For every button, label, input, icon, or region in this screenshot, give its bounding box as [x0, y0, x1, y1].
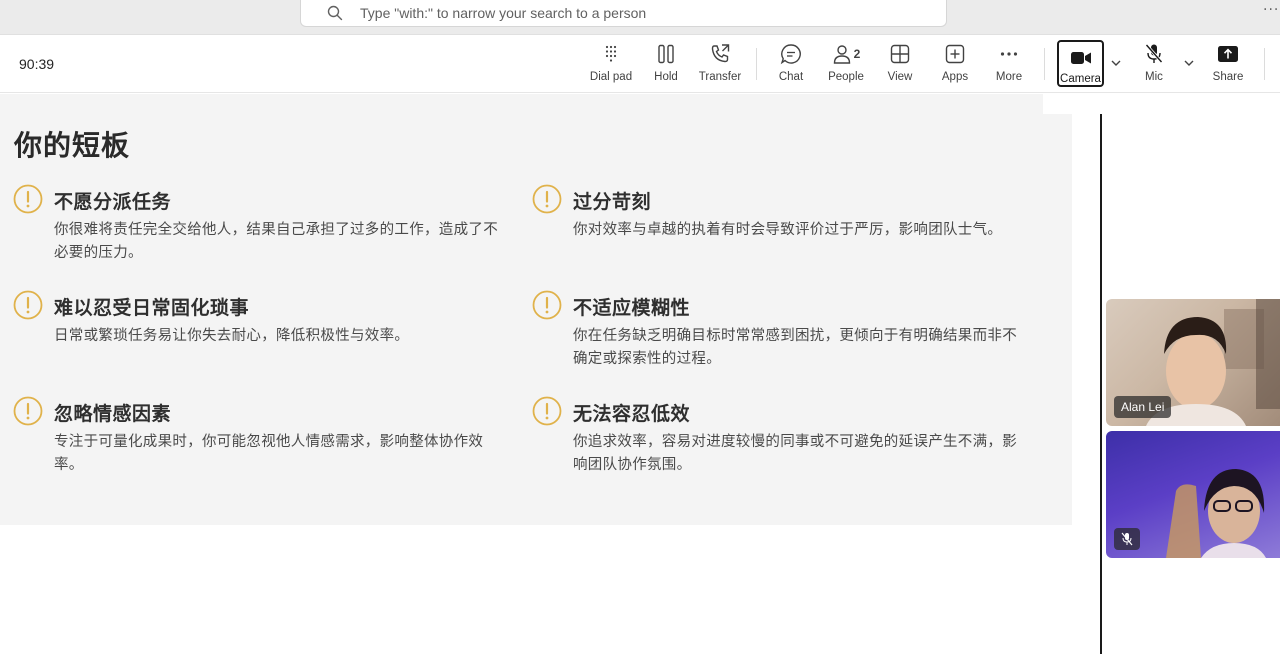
participant-video-tile[interactable]: [1106, 431, 1280, 558]
panel-divider[interactable]: [1100, 114, 1102, 654]
mic-label: Mic: [1145, 71, 1163, 83]
chat-button[interactable]: Chat: [776, 40, 806, 88]
slide: 你的短板 不愿分派任务 你很难将责任完全交给他人，结果自己承担了过多的工作，造成…: [0, 94, 1072, 525]
search-box[interactable]: [300, 0, 947, 27]
weakness-title: 过分苛刻: [573, 191, 652, 213]
weakness-description: 你在任务缺乏明确目标时常常感到困扰，更倾向于有明确结果而非不确定或探索性的过程。: [573, 328, 1017, 367]
chat-label: Chat: [778, 71, 804, 83]
call-status-icon: [0, 56, 4, 72]
weakness-description: 你很难将责任完全交给他人，结果自己承担了过多的工作，造成了不必要的压力。: [54, 222, 498, 261]
transfer-button[interactable]: Transfer: [697, 40, 743, 88]
view-icon: [890, 44, 910, 64]
people-icon: [833, 45, 850, 64]
warning-icon: [532, 396, 562, 426]
camera-options-chevron-down-icon[interactable]: [1110, 57, 1122, 69]
chat-icon: [780, 44, 801, 65]
mic-options-chevron-down-icon[interactable]: [1183, 57, 1195, 69]
apps-icon: [945, 44, 965, 64]
weakness-description: 你对效率与卓越的执着有时会导致评价过于严厉，影响团队士气。: [573, 222, 1003, 238]
hold-icon: [658, 44, 674, 64]
share-label: Share: [1212, 71, 1244, 83]
warning-icon: [532, 184, 562, 214]
slide-edge: [1043, 94, 1072, 114]
more-button[interactable]: More: [994, 40, 1024, 88]
mic-button[interactable]: Mic: [1142, 40, 1166, 88]
warning-icon: [13, 290, 43, 320]
warning-icon: [13, 396, 43, 426]
transfer-label: Transfer: [698, 71, 742, 83]
more-label: More: [995, 71, 1023, 83]
dial-pad-icon: [605, 45, 617, 62]
weakness-title: 忽略情感因素: [54, 403, 172, 425]
meeting-toolbar: 90:39 Dial pad Hold Transfer Chat 2 Peop…: [0, 35, 1280, 93]
title-bar: ···: [0, 0, 1280, 35]
search-input[interactable]: [360, 5, 920, 21]
weakness-description: 日常或繁琐任务易让你失去耐心，降低积极性与效率。: [54, 328, 410, 344]
share-icon: [1218, 46, 1238, 62]
people-label: People: [828, 71, 864, 83]
people-count: 2: [853, 47, 861, 61]
weakness-description: 专注于可量化成果时，你可能忽视他人情感需求，影响整体协作效率。: [54, 434, 484, 473]
camera-label: Camera: [1060, 73, 1101, 85]
camera-icon: [1070, 52, 1091, 64]
hold-button[interactable]: Hold: [650, 40, 682, 88]
weakness-title: 无法容忍低效: [573, 403, 691, 425]
warning-icon: [13, 184, 43, 214]
shared-screen: 你的短板 不愿分派任务 你很难将责任完全交给他人，结果自己承担了过多的工作，造成…: [0, 94, 1100, 654]
view-button[interactable]: View: [886, 40, 914, 88]
more-options-icon[interactable]: ···: [1263, 2, 1279, 18]
camera-button[interactable]: Camera: [1057, 40, 1104, 87]
more-icon: [1000, 52, 1018, 56]
warning-icon: [532, 290, 562, 320]
participant-muted-badge: [1114, 528, 1140, 550]
toolbar-divider: [1264, 48, 1265, 80]
participant-video-tile[interactable]: Alan Lei: [1106, 299, 1280, 426]
call-timer: 90:39: [19, 56, 55, 72]
weakness-description: 你追求效率，容易对进度较慢的同事或不可避免的延误产生不满，影响团队协作氛围。: [573, 434, 1017, 473]
toolbar-divider: [1044, 48, 1045, 80]
slide-title: 你的短板: [14, 129, 131, 162]
mic-off-icon: [1121, 532, 1133, 546]
weakness-title: 难以忍受日常固化琐事: [54, 297, 250, 319]
mic-off-icon: [1145, 44, 1163, 63]
dial-pad-button[interactable]: Dial pad: [590, 40, 632, 88]
participant-name: Alan Lei: [1114, 396, 1172, 418]
hold-label: Hold: [654, 71, 678, 83]
dial-pad-label: Dial pad: [589, 71, 633, 83]
people-button[interactable]: 2 People: [827, 40, 865, 88]
view-label: View: [887, 71, 913, 83]
search-icon: [327, 5, 343, 21]
weakness-title: 不适应模糊性: [573, 297, 691, 319]
apps-label: Apps: [941, 71, 969, 83]
share-button[interactable]: Share: [1211, 40, 1245, 88]
apps-button[interactable]: Apps: [940, 40, 970, 88]
toolbar-divider: [756, 48, 757, 80]
transfer-icon: [711, 44, 730, 63]
weakness-title: 不愿分派任务: [54, 191, 172, 213]
